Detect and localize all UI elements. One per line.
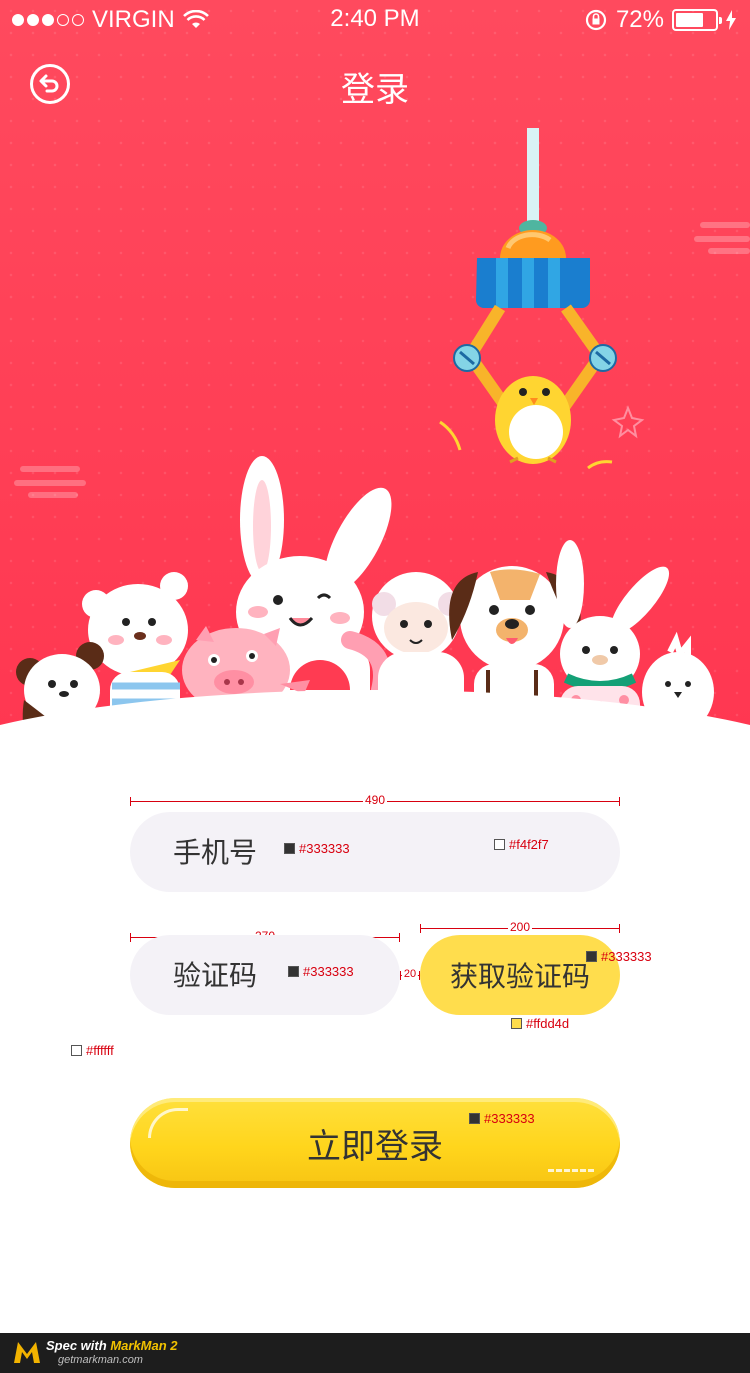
spec-color-label: #ffffff [86,1043,114,1058]
measure-line-gap: 20 [400,966,420,982]
spec-get-code-text-color: #333333 [586,949,652,964]
status-right: 72% [584,6,736,34]
rotation-lock-icon [585,9,607,31]
spec-color-label: #333333 [484,1111,535,1126]
measure-label-gap: 20 [401,966,419,982]
spec-submit-text-color: #333333 [469,1111,535,1126]
color-swatch [284,843,295,854]
color-swatch [71,1045,82,1056]
measure-line-phone: 490 [130,792,620,808]
color-swatch [586,951,597,962]
measure-label-get-code: 200 [507,919,533,935]
charging-icon [726,10,736,30]
white-hill-background [0,690,750,800]
spec-phone-text-color: #333333 [284,841,350,856]
footer-brand: MarkMan 2 [110,1338,178,1353]
chick-icon [495,376,571,464]
code-field[interactable] [130,935,400,1015]
spec-color-label: #333333 [303,964,354,979]
button-gloss [548,1166,594,1172]
spec-phone-bg-color: #f4f2f7 [494,837,549,852]
spec-code-text-color: #333333 [288,964,354,979]
login-button[interactable]: 立即登录 [130,1098,620,1188]
spec-color-label: #333333 [299,841,350,856]
page-title: 登录 [341,70,409,110]
hero-banner: VIRGIN 2:40 PM 72% 登录 [0,0,750,800]
footer-site: getmarkman.com [58,1354,143,1366]
button-gloss [148,1108,188,1138]
login-button-label: 立即登录 [307,1126,443,1167]
spec-get-code-bg-color: #ffdd4d [511,1016,569,1031]
footer-spec-with: Spec with [46,1338,107,1353]
battery-icon [672,9,722,31]
phone-input[interactable] [130,812,620,892]
measure-label-phone: 490 [362,792,388,808]
color-swatch [511,1018,522,1029]
color-swatch [494,839,505,850]
status-bar: VIRGIN 2:40 PM 72% [0,0,750,40]
spec-color-label: #333333 [601,949,652,964]
claw-icon [453,128,617,414]
phone-field[interactable] [130,812,620,892]
battery-fill [676,13,704,27]
spec-page-bg-color: #ffffff [71,1043,114,1058]
spec-color-label: #ffdd4d [526,1016,570,1031]
code-input[interactable] [130,935,400,1015]
measure-line-get-code: 200 [420,919,620,935]
spec-color-label: #f4f2f7 [509,837,549,852]
footer-title: Spec with MarkMan 2 [46,1338,178,1353]
markman-footer: Spec with MarkMan 2 getmarkman.com [0,1333,750,1373]
battery-percent: 72% [615,6,664,33]
markman-logo-icon [14,1342,40,1363]
color-swatch [469,1113,480,1124]
color-swatch [288,966,299,977]
get-code-button[interactable]: 获取验证码 [420,935,620,1015]
